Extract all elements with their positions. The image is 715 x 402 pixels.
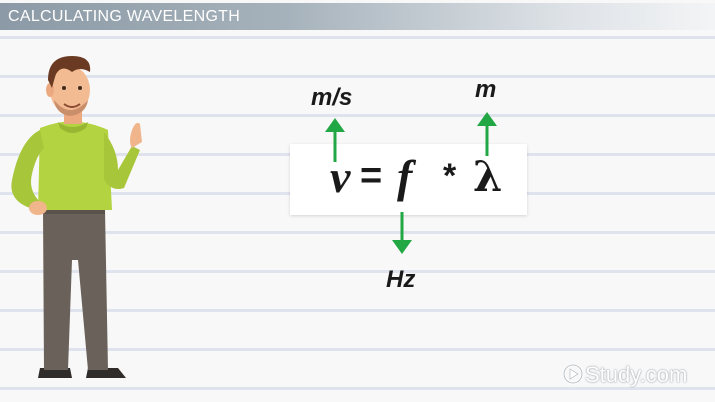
velocity-unit: m/s xyxy=(311,84,353,111)
play-circle-icon xyxy=(562,363,584,385)
arrow-up-wavelength-icon xyxy=(477,112,497,156)
arrow-up-velocity-icon xyxy=(325,118,345,162)
unit-arrows xyxy=(325,112,497,254)
arrow-down-frequency-icon xyxy=(392,212,412,254)
slide: CALCULATING WAVELENGTH v = f * λ m/s m H… xyxy=(0,0,715,402)
logo-text: Study.com xyxy=(585,362,688,387)
frequency-unit: Hz xyxy=(386,266,416,293)
wavelength-unit: m xyxy=(475,76,497,103)
